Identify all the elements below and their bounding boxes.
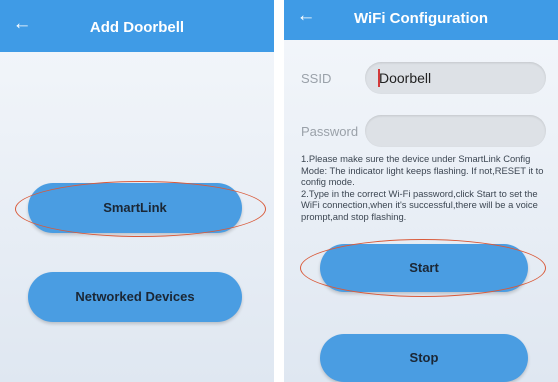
password-field[interactable] [365,115,546,147]
start-button-label: Start [409,260,439,275]
networked-devices-button-label: Networked Devices [75,289,195,304]
smartlink-button-label: SmartLink [103,200,167,215]
ssid-field[interactable]: Doorbell [365,62,546,94]
stop-button[interactable]: Stop [320,334,528,382]
top-bar: ← WiFi Configuration [284,0,558,40]
wifi-configuration-screen: ← WiFi Configuration SSID Doorbell Passw… [284,0,558,382]
ssid-label: SSID [301,71,332,86]
top-bar: ← Add Doorbell [0,0,274,52]
ssid-value: Doorbell [379,70,432,86]
instructions-body: 1.Please make sure the device under Smar… [301,153,544,222]
smartlink-button[interactable]: SmartLink [28,183,242,233]
add-doorbell-screen: ← Add Doorbell SmartLink Networked Devic… [0,0,274,382]
instructions-text: 1.Please make sure the device under Smar… [301,153,551,223]
text-cursor [378,69,380,87]
page-title: Add Doorbell [89,19,185,36]
networked-devices-button[interactable]: Networked Devices [28,272,242,322]
page-title: WiFi Configuration [353,10,488,27]
start-button[interactable]: Start [320,244,528,292]
password-label: Password [301,124,359,139]
stop-button-label: Stop [409,350,439,365]
